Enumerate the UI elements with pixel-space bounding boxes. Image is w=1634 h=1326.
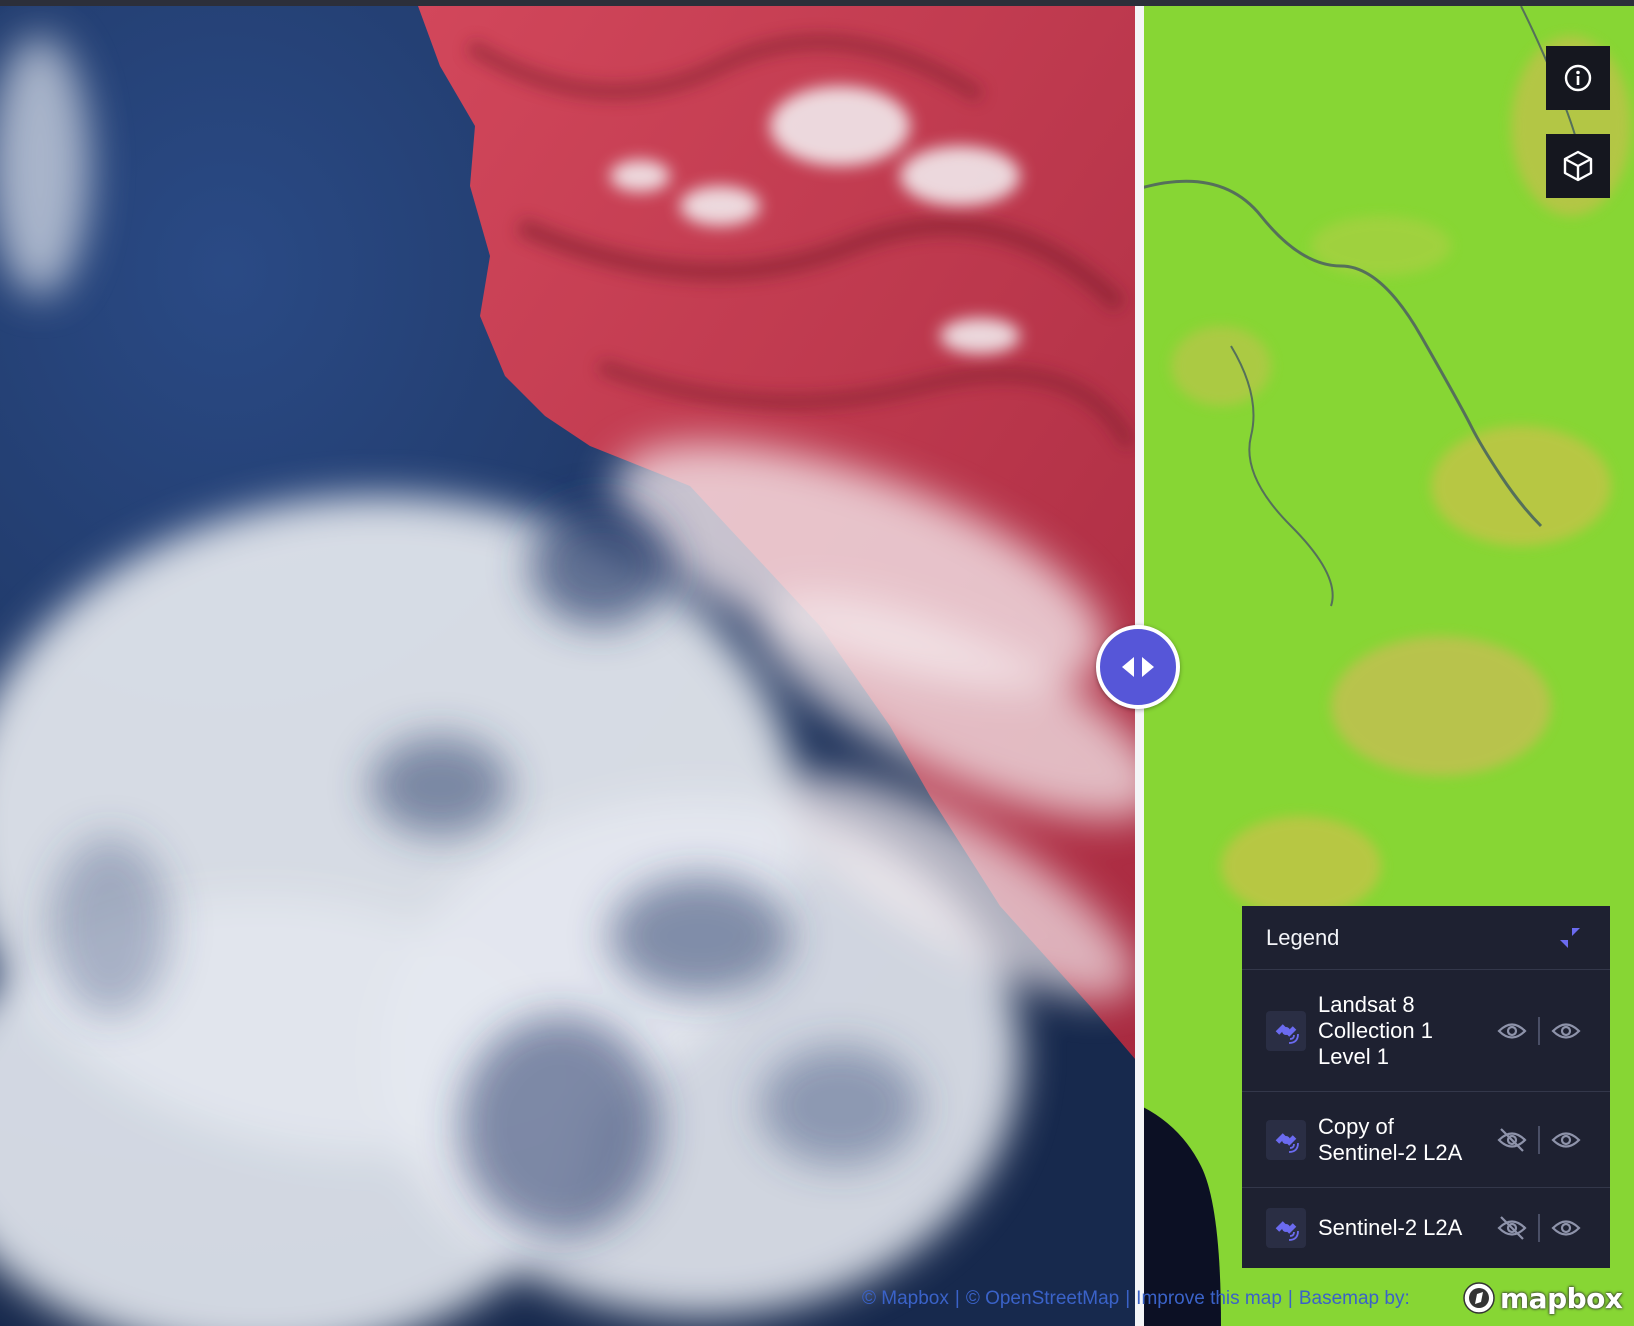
osm-attribution-link[interactable]: © OpenStreetMap: [966, 1288, 1119, 1310]
legend-title: Legend: [1266, 924, 1340, 950]
compare-visibility-toggle[interactable]: [1546, 1124, 1586, 1156]
basemap-label: Basemap by:: [1298, 1288, 1410, 1309]
eye-icon: [1497, 1022, 1527, 1039]
cube-icon: [1563, 150, 1593, 182]
eye-off-icon: [1497, 1216, 1527, 1240]
legend-panel: Legend Landsat 8 Collection 1 Level 1 Co…: [1242, 906, 1610, 1268]
separator: |: [1287, 1288, 1293, 1309]
compare-slider-handle[interactable]: [1096, 625, 1180, 709]
separator: [1538, 1016, 1540, 1045]
map-left-pane[interactable]: [0, 6, 1141, 1326]
improve-map-link[interactable]: Improve this map: [1136, 1288, 1282, 1310]
legend-header: Legend: [1242, 906, 1610, 970]
mapbox-logo-icon: [1463, 1282, 1495, 1314]
legend-layer-landsat: Landsat 8 Collection 1 Level 1: [1242, 970, 1610, 1092]
visibility-toggle[interactable]: [1492, 1212, 1532, 1244]
separator: |: [954, 1288, 960, 1309]
mapbox-logo[interactable]: mapbox: [1462, 1280, 1623, 1316]
visibility-toggle[interactable]: [1492, 1124, 1532, 1156]
eye-icon: [1551, 1131, 1581, 1148]
separator: |: [1125, 1288, 1131, 1309]
map-attribution: © Mapbox | © OpenStreetMap | Improve thi…: [862, 1284, 1410, 1314]
compare-visibility-toggle[interactable]: [1546, 1015, 1586, 1047]
compare-visibility-toggle[interactable]: [1546, 1212, 1586, 1244]
separator: [1538, 1214, 1540, 1242]
layer-name: Landsat 8 Collection 1 Level 1: [1318, 991, 1433, 1069]
eye-icon: [1551, 1022, 1581, 1039]
satellite-icon: [1266, 1010, 1306, 1051]
visibility-toggle[interactable]: [1492, 1015, 1532, 1047]
satellite-icon: [1266, 1208, 1306, 1248]
mapbox-attribution-link[interactable]: © Mapbox: [862, 1288, 949, 1310]
info-button[interactable]: [1546, 46, 1610, 110]
collapse-icon: [1560, 927, 1580, 948]
visibility-controls: [1492, 1212, 1586, 1244]
eye-icon: [1551, 1220, 1581, 1236]
top-edge: [0, 0, 1634, 6]
arrow-left-right-icon: [1122, 657, 1154, 677]
mapbox-wordmark: mapbox: [1500, 1281, 1623, 1315]
legend-layer-sentinel: Sentinel-2 L2A: [1242, 1188, 1610, 1268]
eye-off-icon: [1497, 1127, 1527, 1152]
satellite-icon: [1266, 1119, 1306, 1160]
left-imagery: [0, 6, 1141, 1326]
legend-layer-copy-sentinel: Copy of Sentinel-2 L2A: [1242, 1092, 1610, 1188]
info-icon: [1564, 64, 1592, 92]
separator: [1538, 1125, 1540, 1154]
layer-name: Sentinel-2 L2A: [1318, 1215, 1463, 1240]
visibility-controls: [1492, 1124, 1586, 1156]
layer-name: Copy of Sentinel-2 L2A: [1318, 1113, 1463, 1165]
visibility-controls: [1492, 1015, 1586, 1047]
view-3d-button[interactable]: [1546, 134, 1610, 198]
legend-collapse-button[interactable]: [1554, 922, 1586, 954]
